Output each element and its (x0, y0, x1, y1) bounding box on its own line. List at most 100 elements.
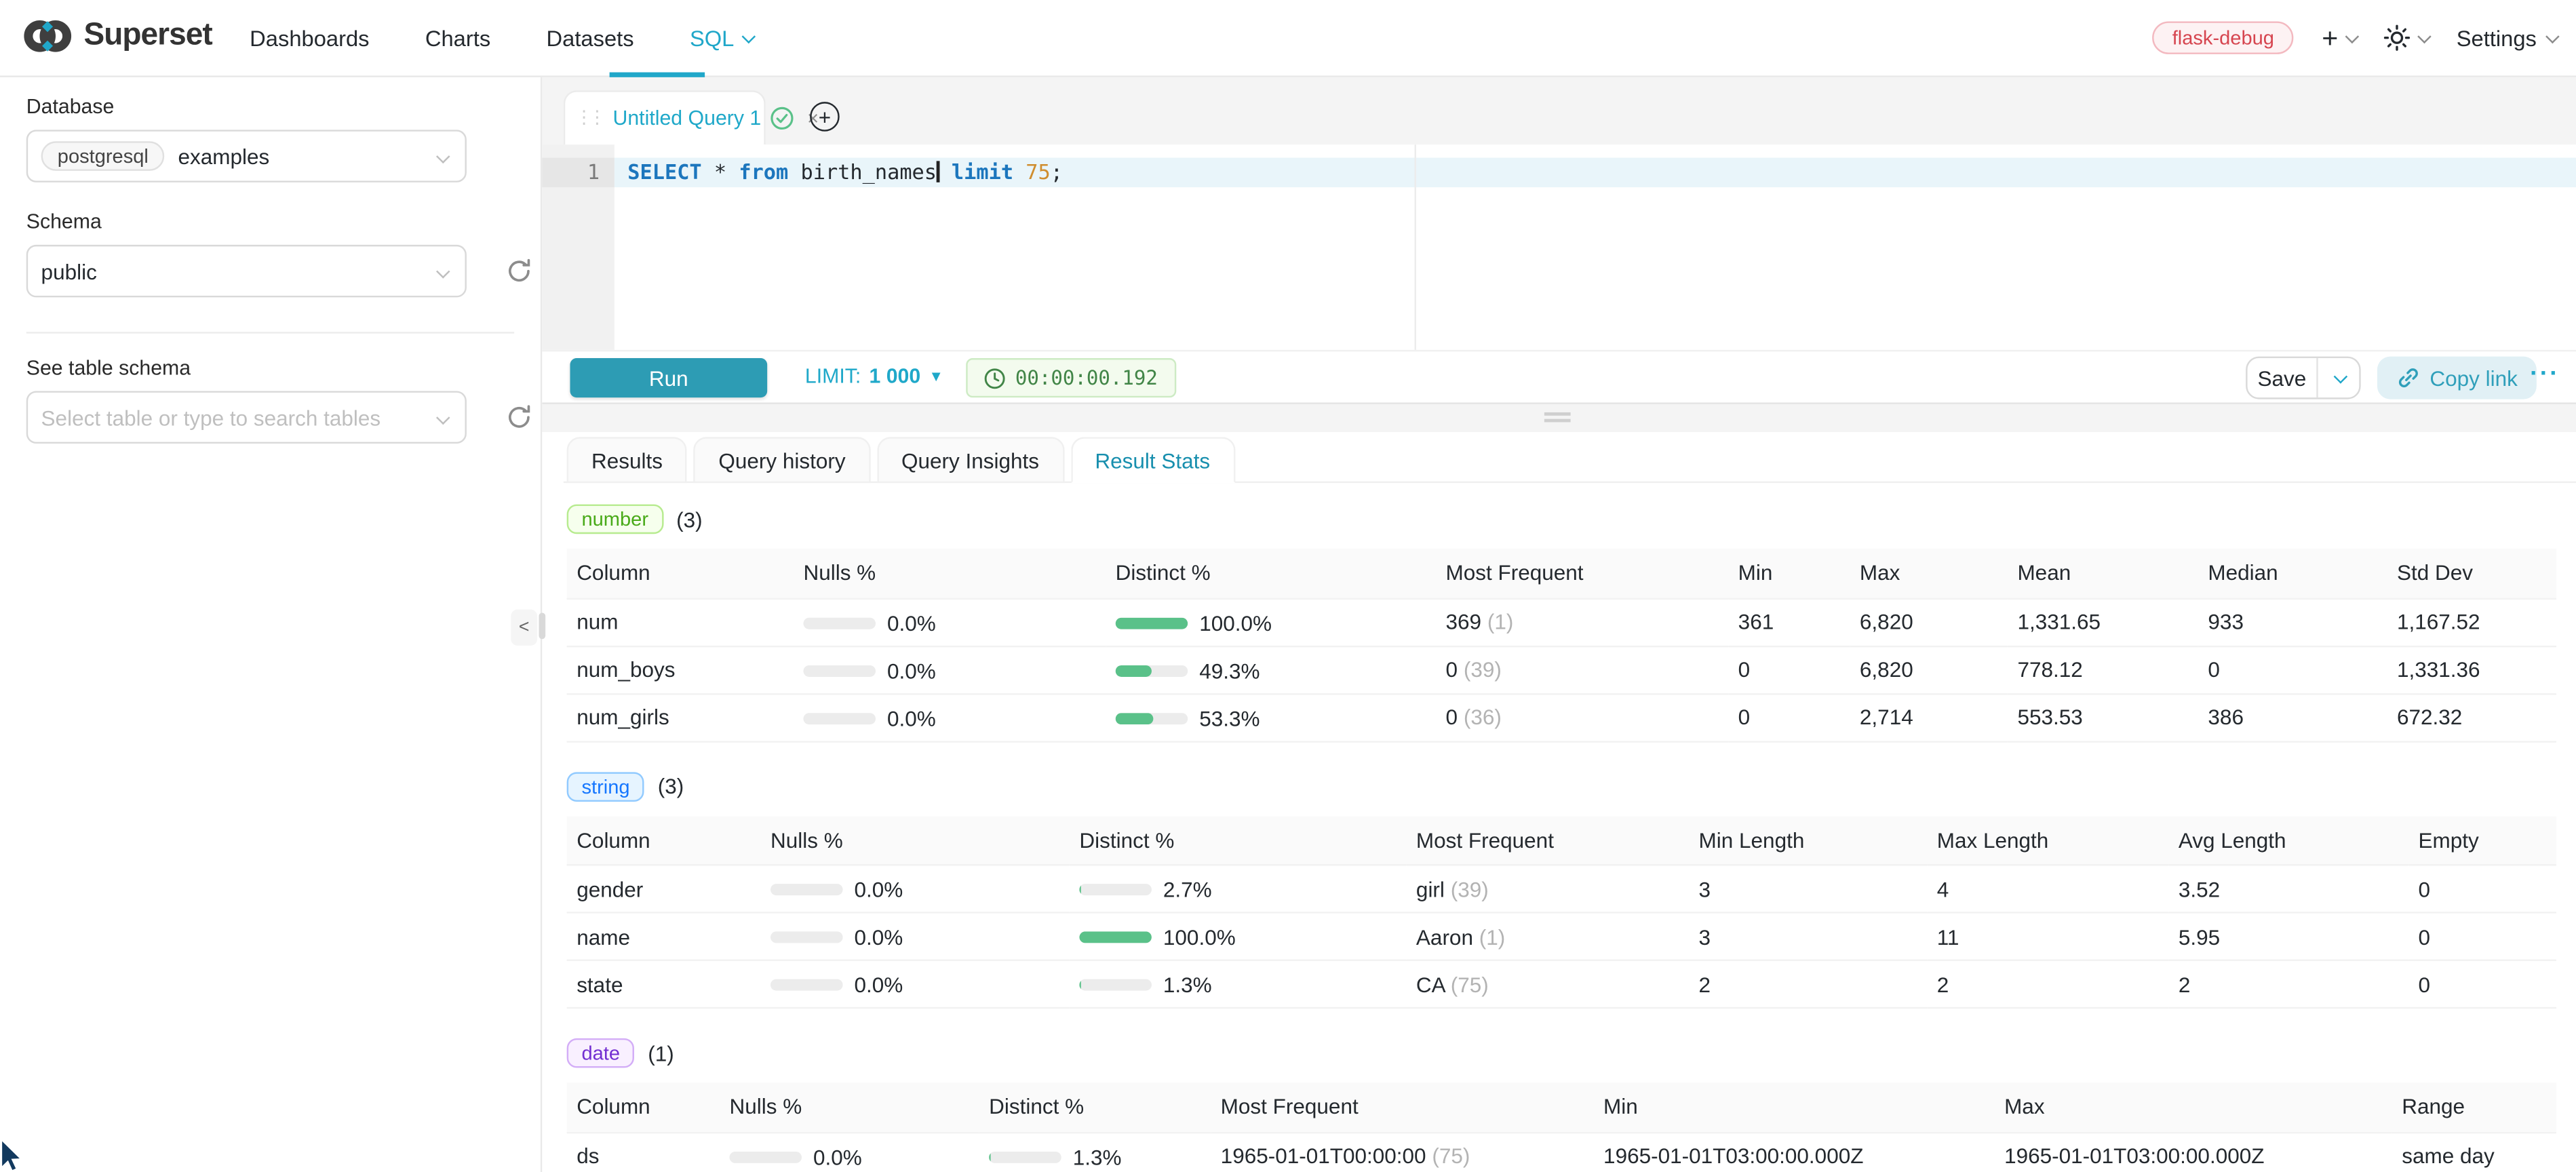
chevron-down-icon (741, 30, 756, 44)
table-select[interactable]: Select table or type to search tables (26, 391, 467, 444)
sql-editor-area: ⋮⋮ Untitled Query 1 × + 1 SELECT * from … (542, 77, 2576, 1172)
vertical-resize-handle[interactable] (1544, 412, 1571, 424)
col-header: Std Dev (2387, 549, 2556, 598)
database-engine-tag: postgresql (41, 141, 165, 171)
sql-keyword: from (739, 159, 788, 184)
sql-code-line[interactable]: SELECT * from birth_names limit 75; (627, 158, 1063, 188)
main-nav: Dashboards Charts Datasets SQL (250, 0, 752, 75)
refresh-schema-icon[interactable] (506, 258, 532, 284)
copy-link-button[interactable]: Copy link (2377, 357, 2537, 399)
distinct-cell: 49.3% (1106, 646, 1436, 693)
sql-keyword: SELECT (627, 159, 701, 184)
most-frequent-cell: CA (75) (1406, 960, 1689, 1008)
distinct-cell: 1.3% (1070, 960, 1407, 1008)
header-right: flask-debug + Settings (2153, 0, 2556, 75)
distinct-cell: 1.3% (979, 1132, 1211, 1172)
plus-icon: + (2322, 24, 2338, 52)
link-icon (2397, 366, 2420, 389)
max-cell: 6,820 (1850, 646, 2008, 693)
tab-query-history[interactable]: Query history (694, 437, 870, 483)
line-number: 1 (542, 158, 614, 188)
tab-result-stats[interactable]: Result Stats (1070, 437, 1234, 483)
section-count: (3) (676, 507, 702, 531)
limit-dropdown[interactable]: LIMIT: 1 000 ▼ (805, 365, 943, 388)
avg-length-cell: 3.52 (2168, 865, 2408, 912)
distinct-bar (1116, 617, 1188, 629)
database-select[interactable]: postgresql examples (26, 130, 467, 182)
nulls-bar (770, 884, 843, 895)
nav-datasets[interactable]: Datasets (547, 26, 634, 50)
settings-menu[interactable]: Settings (2457, 26, 2556, 50)
col-header: Min (1594, 1082, 1995, 1132)
table-schema-label: See table schema (26, 357, 541, 380)
database-label: Database (26, 95, 541, 118)
panel-resize-handle[interactable] (539, 612, 545, 639)
chevron-down-icon (436, 411, 450, 425)
tab-query-insights[interactable]: Query Insights (877, 437, 1064, 483)
mean-cell: 553.53 (2008, 693, 2198, 741)
limit-label: LIMIT: (805, 365, 861, 388)
results-tabs: Results Query history Query Insights Res… (567, 437, 1242, 483)
median-cell: 933 (2198, 598, 2387, 646)
empty-cell: 0 (2408, 913, 2556, 960)
save-split-button[interactable]: Save (2246, 357, 2361, 399)
collapse-sidebar-button[interactable]: < (511, 610, 537, 646)
save-menu-caret[interactable] (2316, 358, 2359, 397)
database-value: examples (178, 144, 270, 168)
column-name-cell: name (567, 913, 761, 960)
col-header: Nulls % (720, 1082, 979, 1132)
print-margin-rule (1415, 144, 1416, 350)
save-button[interactable]: Save (2248, 358, 2317, 397)
drag-handle-icon[interactable]: ⋮⋮ (575, 109, 602, 128)
table-row: ds 0.0% 1.3% 1965-01-01T00:00:00 (75) 19… (567, 1132, 2556, 1172)
more-actions-button[interactable]: ··· (2530, 359, 2560, 387)
nav-sql[interactable]: SQL (690, 26, 752, 50)
section-count: (3) (658, 774, 684, 798)
schema-select[interactable]: public (26, 245, 467, 298)
col-header: Min (1728, 549, 1850, 598)
type-tag-date: date (567, 1038, 635, 1068)
brand[interactable]: Superset (23, 15, 212, 58)
nav-charts[interactable]: Charts (425, 26, 490, 50)
nav-dashboards[interactable]: Dashboards (250, 26, 369, 50)
chevron-down-icon (2545, 30, 2560, 44)
run-query-button[interactable]: Run (570, 358, 767, 397)
col-header: Distinct % (979, 1082, 1211, 1132)
mouse-cursor (0, 1140, 26, 1172)
min-length-cell: 3 (1689, 865, 1927, 912)
new-item-button[interactable]: + (2322, 24, 2356, 52)
table-row: gender 0.0% 2.7% girl (39) 3 4 3.52 0 (567, 865, 2556, 912)
refresh-tables-icon[interactable] (506, 404, 532, 431)
tab-results[interactable]: Results (567, 437, 688, 483)
theme-toggle-button[interactable] (2384, 24, 2428, 51)
chevron-down-icon (436, 150, 450, 164)
sql-text: birth_names (788, 159, 937, 184)
most-frequent-cell: girl (39) (1406, 865, 1689, 912)
chevron-down-icon (2418, 30, 2432, 44)
stddev-cell: 1,167.52 (2387, 598, 2556, 646)
add-tab-button[interactable]: + (810, 102, 840, 132)
distinct-bar (1079, 931, 1152, 943)
col-header: Median (2198, 549, 2387, 598)
superset-sql-lab: Superset Dashboards Charts Datasets SQL … (0, 0, 2576, 1172)
schema-value: public (41, 258, 97, 283)
column-name-cell: ds (567, 1132, 720, 1172)
nulls-bar (770, 931, 843, 943)
table-header-row: Column Nulls % Distinct % Most Frequent … (567, 1082, 2556, 1132)
section-date-header: date (1) (567, 1038, 2556, 1068)
nulls-bar (803, 617, 876, 629)
editor-gutter: 1 (542, 144, 614, 350)
sql-code-editor[interactable]: 1 SELECT * from birth_names limit 75; (542, 144, 2576, 350)
query-tab[interactable]: ⋮⋮ Untitled Query 1 × (564, 90, 766, 144)
col-header: Column (567, 816, 761, 865)
avg-length-cell: 2 (2168, 960, 2408, 1008)
distinct-bar (1116, 712, 1188, 724)
table-row: num_boys 0.0% 49.3% 0 (39) 0 6,820 778.1… (567, 646, 2556, 693)
column-name-cell: num_girls (567, 693, 794, 741)
nulls-cell: 0.0% (720, 1132, 979, 1172)
min-cell: 1965-01-01T03:00:00.000Z (1594, 1132, 1995, 1172)
col-header: Mean (2008, 549, 2198, 598)
sql-text: * (702, 159, 739, 184)
col-header: Empty (2408, 816, 2556, 865)
sql-text: ; (1051, 159, 1063, 184)
